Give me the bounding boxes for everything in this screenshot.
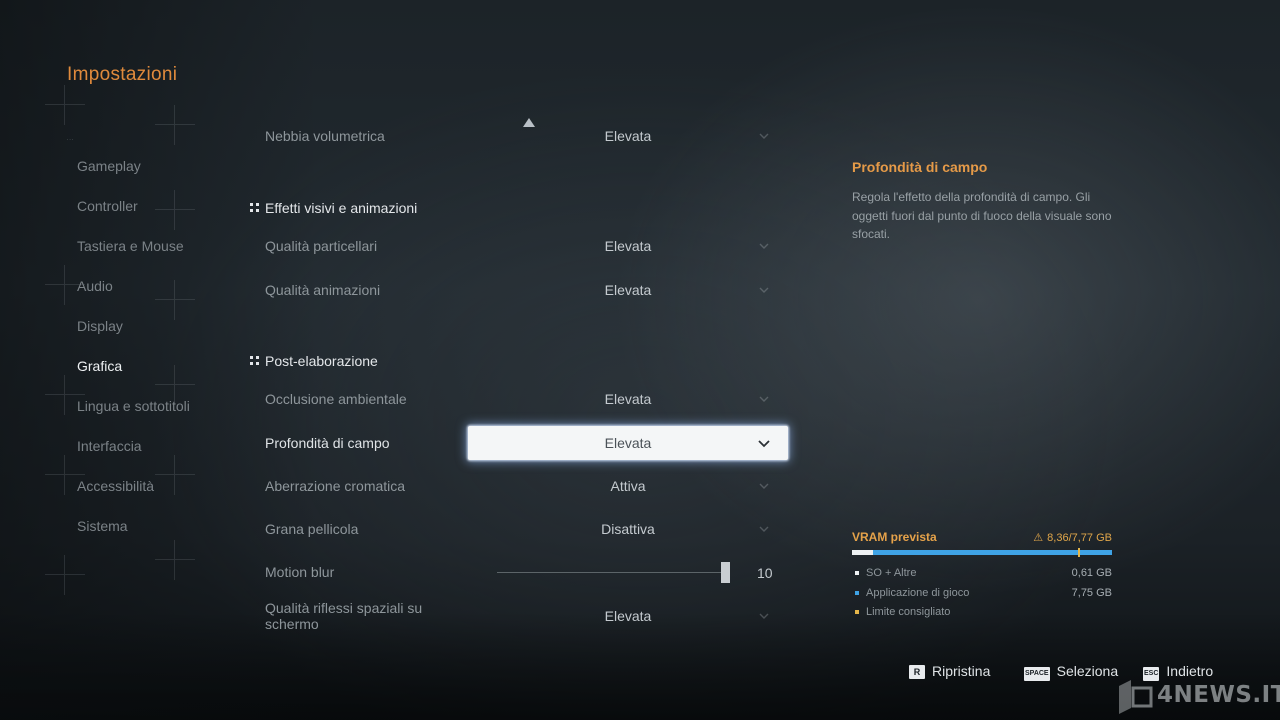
vram-bar-limit-marker bbox=[1078, 548, 1081, 557]
chevron-down-icon bbox=[759, 613, 769, 619]
info-panel-title: Profondità di campo bbox=[852, 159, 988, 175]
vram-usage: ⚠ 8,36/7,77 GB bbox=[1032, 531, 1112, 544]
legend-label: SO + Altre bbox=[866, 567, 917, 579]
vram-legend-item: Limite consigliato bbox=[852, 606, 1112, 618]
reset-button[interactable]: R Ripristina bbox=[909, 663, 990, 679]
select-button[interactable]: SPACE Seleziona bbox=[1024, 663, 1118, 681]
footer-hints: R Ripristina SPACE Seleziona ESC Indietro bbox=[0, 663, 1280, 683]
scroll-up-arrow-icon[interactable] bbox=[523, 118, 535, 127]
motion-blur-slider-track[interactable] bbox=[497, 572, 725, 573]
setting-label: Grana pellicola bbox=[265, 521, 359, 537]
watermark-text: 4NEWS.IT bbox=[1157, 682, 1280, 708]
legend-dot bbox=[855, 609, 859, 614]
legend-dot bbox=[855, 570, 859, 575]
key-r-icon: R bbox=[909, 665, 925, 679]
watermark-logo: 4NEWS.IT bbox=[1115, 678, 1280, 716]
setting-label: Motion blur bbox=[265, 564, 335, 580]
section-title-visual-effects: Effetti visivi e animazioni bbox=[265, 200, 418, 216]
legend-label: Applicazione di gioco bbox=[866, 587, 970, 599]
back-label: Indietro bbox=[1166, 663, 1214, 679]
chevron-down-icon bbox=[758, 440, 770, 448]
vram-legend-item: Applicazione di gioco 7,75 GB bbox=[852, 587, 1112, 599]
vram-usage-text: 8,36/7,77 GB bbox=[1047, 532, 1112, 544]
chevron-down-icon bbox=[759, 133, 769, 139]
legend-amount: 7,75 GB bbox=[1071, 587, 1112, 599]
setting-value: Elevata bbox=[604, 391, 652, 407]
setting-value: Elevata bbox=[604, 282, 652, 298]
vram-estimate-panel: VRAM prevista ⚠ 8,36/7,77 GB SO + Altre 0… bbox=[852, 530, 1112, 618]
setting-value: Elevata bbox=[604, 128, 652, 144]
setting-value: Elevata bbox=[604, 608, 652, 624]
info-panel-description: Regola l'effetto della profondità di cam… bbox=[852, 190, 1112, 241]
setting-label: Profondità di campo bbox=[265, 435, 390, 451]
watermark-emblem-icon bbox=[1119, 680, 1153, 714]
legend-dot bbox=[855, 590, 859, 595]
setting-label: Qualità animazioni bbox=[265, 282, 381, 298]
key-space-icon: SPACE bbox=[1024, 667, 1050, 681]
select-label: Seleziona bbox=[1056, 663, 1119, 679]
setting-row-ssr-quality[interactable]: Qualità riflessi spaziali su schermo Ele… bbox=[265, 600, 785, 634]
legend-label: Limite consigliato bbox=[866, 606, 951, 618]
chevron-down-icon bbox=[759, 483, 769, 489]
setting-value: Attiva bbox=[610, 478, 646, 494]
warning-icon: ⚠ bbox=[1033, 532, 1044, 544]
setting-label: Occlusione ambientale bbox=[265, 391, 407, 407]
setting-label: Aberrazione cromatica bbox=[265, 478, 406, 494]
section-grip-icon bbox=[250, 203, 260, 213]
section-title-post-processing: Post-elaborazione bbox=[265, 353, 378, 369]
setting-label: Qualità riflessi spaziali su schermo bbox=[265, 600, 423, 632]
depth-of-field-dropdown[interactable]: Elevata bbox=[468, 426, 788, 460]
motion-blur-value: 10 bbox=[757, 565, 773, 581]
section-grip-icon bbox=[250, 356, 260, 366]
setting-value: Elevata bbox=[604, 238, 652, 254]
chevron-down-icon bbox=[759, 526, 769, 532]
setting-label: Nebbia volumetrica bbox=[265, 128, 385, 144]
reset-label: Ripristina bbox=[932, 663, 991, 679]
vram-legend-item: SO + Altre 0,61 GB bbox=[852, 567, 1112, 579]
dropdown-selected-value: Elevata bbox=[604, 435, 652, 451]
settings-list: Nebbia volumetrica Elevata Effetti visiv… bbox=[0, 0, 800, 720]
motion-blur-slider-thumb[interactable] bbox=[721, 562, 730, 583]
vram-bar-os-segment bbox=[852, 550, 873, 555]
setting-label: Qualità particellari bbox=[265, 238, 378, 254]
chevron-down-icon bbox=[759, 243, 769, 249]
vram-usage-bar bbox=[852, 548, 1112, 557]
chevron-down-icon bbox=[759, 396, 769, 402]
legend-amount: 0,61 GB bbox=[1071, 567, 1112, 579]
setting-value: Disattiva bbox=[601, 521, 655, 537]
chevron-down-icon bbox=[759, 287, 769, 293]
